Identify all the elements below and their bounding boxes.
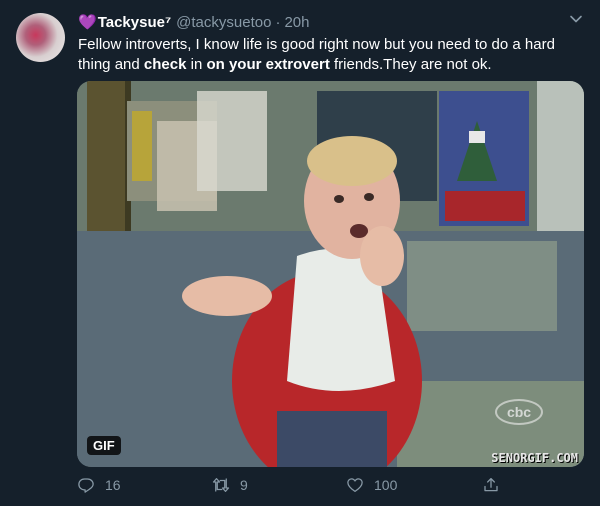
like-button[interactable]: 100 xyxy=(346,476,397,494)
tweet-header: 💜 Tackysue⁷ @tackysuetoo · 20h xyxy=(78,12,309,32)
tweet[interactable]: 💜 Tackysue⁷ @tackysuetoo · 20h Fellow in… xyxy=(0,0,600,506)
action-bar: 16 9 100 xyxy=(0,476,600,500)
heart-emoji-icon: 💜 xyxy=(78,14,97,31)
reply-icon xyxy=(78,478,94,493)
separator: · xyxy=(275,13,281,31)
network-logo: cbc xyxy=(495,399,543,425)
share-button[interactable] xyxy=(482,476,510,494)
avatar[interactable] xyxy=(16,13,65,62)
gif-badge: GIF xyxy=(87,436,121,455)
like-count: 100 xyxy=(374,477,398,493)
like-icon xyxy=(347,478,363,493)
chevron-down-icon[interactable] xyxy=(568,11,584,27)
user-handle[interactable]: @tackysuetoo xyxy=(176,14,271,31)
tweet-text: Fellow introverts, I know life is good r… xyxy=(78,35,583,75)
timestamp[interactable]: 20h xyxy=(284,14,309,31)
gif-watermark: SENORGIF.COM xyxy=(491,451,578,465)
display-name-text: Tackysue xyxy=(97,13,165,31)
tweet-text-part2: in xyxy=(186,56,207,73)
reply-button[interactable]: 16 xyxy=(77,476,121,494)
tweet-text-bold1: check xyxy=(143,56,187,73)
display-name-superscript: ⁷ xyxy=(164,13,172,31)
tweet-text-bold2: on your extrovert xyxy=(206,56,330,73)
share-icon xyxy=(484,477,498,492)
retweet-count: 9 xyxy=(240,477,248,493)
reply-count: 16 xyxy=(105,477,121,493)
retweet-icon xyxy=(212,477,230,493)
gif-media[interactable]: cbc SENORGIF.COM GIF xyxy=(77,81,584,467)
retweet-button[interactable]: 9 xyxy=(212,476,248,494)
display-name[interactable]: Tackysue⁷ xyxy=(98,14,171,31)
tweet-text-part3: friends.They are not ok. xyxy=(329,56,492,73)
